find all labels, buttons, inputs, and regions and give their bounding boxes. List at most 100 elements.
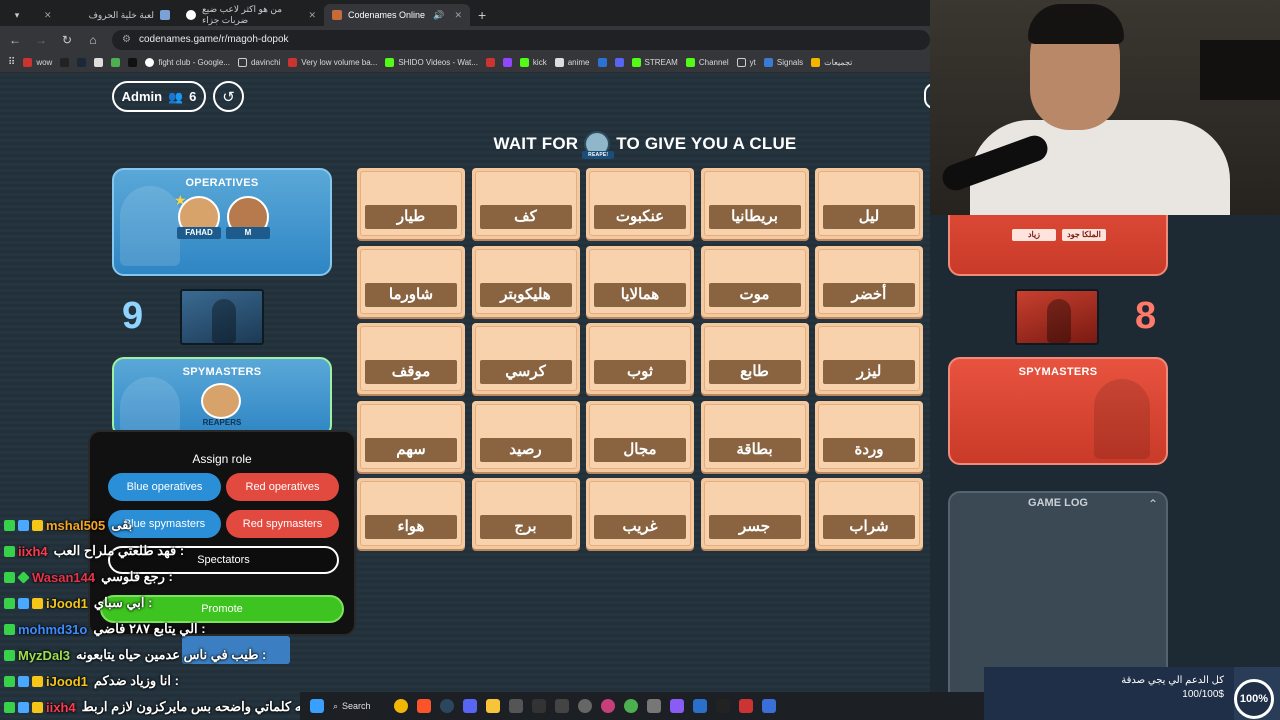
back-arrow-icon[interactable]: ←: [8, 33, 22, 47]
tiktok-icon: [60, 58, 70, 67]
chat-username: iJood1: [46, 595, 88, 611]
word-card[interactable]: مجال: [586, 400, 694, 472]
brave-icon[interactable]: [417, 699, 431, 713]
tab-close-icon[interactable]: ✕: [308, 10, 316, 21]
bookmark-item[interactable]: STREAM: [631, 58, 678, 67]
red-operatives-button[interactable]: Red operatives: [226, 473, 339, 501]
browser-tab-0[interactable]: ✕ لعبة خلية الحروف: [32, 4, 178, 26]
bookmark-item[interactable]: fight club - Google...: [145, 58, 230, 67]
bookmark-item[interactable]: davinchi: [237, 58, 280, 67]
bookmark-icon-only[interactable]: [597, 58, 607, 67]
card-word: شراب: [823, 515, 915, 539]
admin-button[interactable]: Admin 👥 6: [112, 81, 206, 112]
blue-operatives-button[interactable]: Blue operatives: [108, 473, 221, 501]
chat-text: الي يتابع ٢٨٧ فاضي :: [93, 621, 206, 636]
word-card[interactable]: رصيد: [471, 400, 580, 472]
word-card[interactable]: سهم: [357, 400, 465, 472]
home-icon[interactable]: ⌂: [86, 33, 100, 47]
word-card[interactable]: همالايا: [586, 245, 694, 317]
taskbar-app-icon[interactable]: [716, 699, 730, 713]
bookmark-icon-only[interactable]: [94, 58, 104, 67]
epic-games-icon[interactable]: [532, 699, 546, 713]
word-card-grid: طيار كف عنكبوت بريطانيا ليل شاورما هليكو…: [357, 168, 923, 549]
bookmark-icon-only[interactable]: [111, 58, 121, 67]
taskbar-app-icon[interactable]: [693, 699, 707, 713]
word-card[interactable]: شراب: [815, 478, 923, 549]
word-card[interactable]: أخضر: [815, 245, 923, 317]
bookmark-icon-only[interactable]: [60, 58, 70, 67]
taskbar-app-icon[interactable]: [739, 699, 753, 713]
bookmark-icon-only[interactable]: [77, 58, 87, 67]
spymaster-avatar-tag: REAPE!: [582, 151, 615, 159]
windows-start-icon[interactable]: [310, 699, 324, 713]
bookmark-item[interactable]: SHIDO Videos - Wat...: [385, 58, 478, 67]
word-card[interactable]: هليكوبتر: [471, 245, 580, 317]
chat-username: Wasan144: [32, 569, 96, 585]
taskbar-app-icon[interactable]: [670, 699, 684, 713]
word-card[interactable]: كرسي: [471, 323, 580, 394]
word-card[interactable]: موقف: [357, 323, 465, 394]
sub-badge-icon: [18, 519, 29, 531]
discord-icon[interactable]: [463, 699, 477, 713]
word-card[interactable]: طيار: [357, 168, 465, 239]
word-card[interactable]: ثوب: [586, 323, 694, 394]
tab-close-icon[interactable]: ✕: [44, 10, 52, 21]
xbox-icon[interactable]: [624, 699, 638, 713]
word-card[interactable]: جسر: [700, 478, 809, 549]
word-card[interactable]: كف: [471, 168, 580, 239]
card-word: طيار: [365, 205, 457, 229]
chrome-icon[interactable]: [394, 699, 408, 713]
forward-arrow-icon[interactable]: →: [34, 33, 48, 47]
word-card[interactable]: عنكبوت: [586, 168, 694, 239]
tab-close-icon[interactable]: ✕: [454, 10, 462, 21]
player-name: زياد: [1012, 229, 1056, 241]
word-card[interactable]: طابع: [700, 323, 809, 394]
word-card[interactable]: غريب: [586, 478, 694, 549]
spymasters-title: SPYMASTERS: [1018, 366, 1098, 378]
word-card[interactable]: بريطانيا: [700, 168, 809, 239]
word-card[interactable]: هواء: [357, 478, 465, 549]
bookmark-item[interactable]: wow: [23, 58, 52, 67]
bookmark-icon-only[interactable]: [502, 58, 512, 67]
word-card[interactable]: ليل: [815, 168, 923, 239]
bookmark-icon-only[interactable]: [128, 58, 138, 67]
taskbar-app-icon[interactable]: [647, 699, 661, 713]
reset-icon[interactable]: ↺: [213, 81, 244, 112]
taskbar-search[interactable]: ⌕ Search: [333, 701, 385, 712]
taskbar-app-icon[interactable]: [762, 699, 776, 713]
tab-title: من هو اكثر لاعب ضيع ضربات جزاء: [202, 4, 283, 25]
steam-icon[interactable]: [440, 699, 454, 713]
bookmark-icon-only[interactable]: [614, 58, 624, 67]
bookmark-item[interactable]: kick: [519, 58, 547, 67]
bookmark-item[interactable]: Signals: [763, 58, 803, 67]
file-explorer-icon[interactable]: [486, 699, 500, 713]
word-card[interactable]: بطاقة: [700, 400, 809, 472]
word-card[interactable]: شاورما: [357, 245, 465, 317]
bookmark-item[interactable]: Very low volume ba...: [288, 58, 377, 67]
chat-text: انا وزياد ضدكم :: [93, 673, 179, 688]
new-tab-icon[interactable]: +: [478, 7, 486, 23]
obs-icon[interactable]: [578, 699, 592, 713]
davinci-icon[interactable]: [601, 699, 615, 713]
word-card[interactable]: وردة: [815, 400, 923, 472]
apps-grid-icon[interactable]: ⠿: [8, 57, 15, 68]
reload-icon[interactable]: ↻: [60, 33, 74, 47]
word-card[interactable]: موت: [700, 245, 809, 317]
taskbar-app-icon[interactable]: [509, 699, 523, 713]
taskbar-app-icon[interactable]: [555, 699, 569, 713]
bookmark-item[interactable]: yt: [736, 58, 756, 67]
bookmark-item[interactable]: Channel: [685, 58, 729, 67]
bookmark-icon-only[interactable]: [485, 58, 495, 67]
search-label: Search: [342, 701, 371, 711]
tab-audio-icon[interactable]: 🔊: [433, 10, 444, 21]
browser-tab-1[interactable]: من هو اكثر لاعب ضيع ضربات جزاء ✕: [178, 4, 324, 26]
bookmark-item[interactable]: anime: [554, 58, 590, 67]
word-card[interactable]: ليزر: [815, 323, 923, 394]
bookmark-item[interactable]: تجميعات: [811, 58, 852, 67]
tab-search-dropdown-icon[interactable]: ▾: [6, 4, 28, 26]
site-info-icon[interactable]: ⚙: [122, 34, 131, 45]
address-bar[interactable]: ⚙ codenames.game/r/magoh-dopok: [112, 29, 930, 50]
chevron-up-icon[interactable]: ⌃: [1148, 497, 1158, 511]
word-card[interactable]: برج: [471, 478, 580, 549]
browser-tab-2[interactable]: Codenames Online 🔊 ✕: [324, 4, 470, 26]
